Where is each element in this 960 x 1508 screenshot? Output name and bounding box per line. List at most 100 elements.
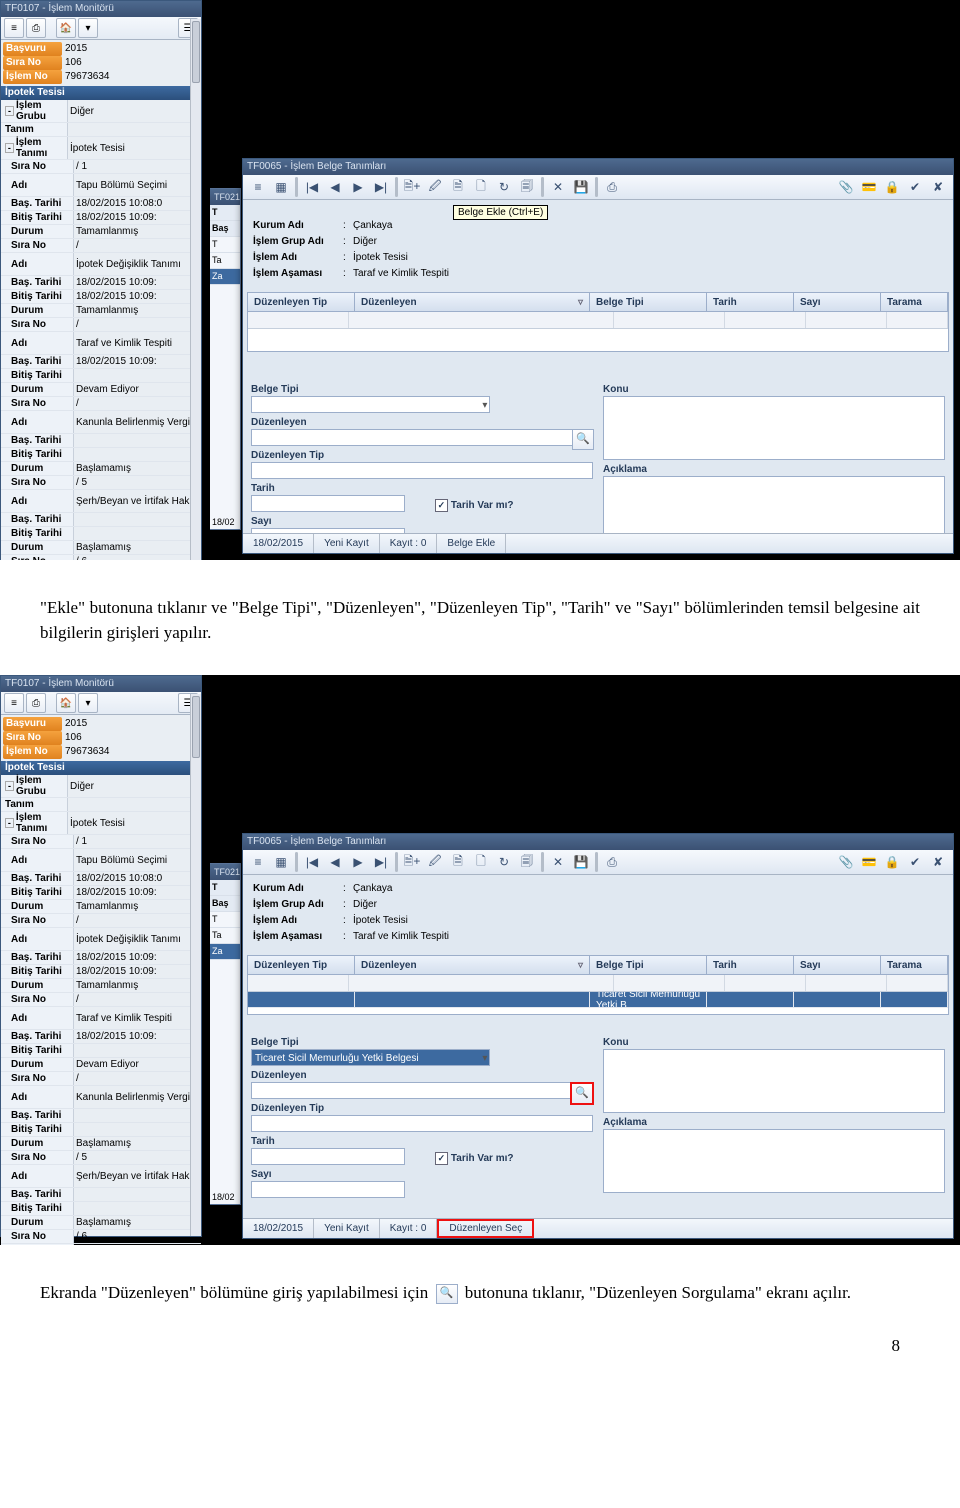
tree-row[interactable]: Baş. Tarihi18/02/2015 10:09: <box>1 355 201 369</box>
toolbar-btn[interactable]: ▾ <box>78 693 98 713</box>
sliver-row[interactable]: T <box>210 237 240 253</box>
tree-row[interactable]: Bitiş Tarihi <box>1 527 201 541</box>
toolbar-btn[interactable]: ⎙ <box>26 18 46 38</box>
column-header[interactable]: Sayı <box>794 293 881 311</box>
right-action-btn[interactable]: ✘ <box>927 851 949 873</box>
tree-row[interactable]: Bitiş Tarihi <box>1 1202 201 1216</box>
aciklama-textarea[interactable] <box>603 1129 945 1193</box>
tree-row[interactable]: Baş. Tarihi <box>1 513 201 527</box>
tree-row[interactable]: Sıra No/ <box>1 1072 201 1086</box>
print-btn[interactable]: ⎙ <box>601 176 623 198</box>
column-header[interactable]: Tarih <box>707 956 794 974</box>
nav-btn[interactable]: |◀ <box>301 176 323 198</box>
tree-row[interactable]: DurumDevam Ediyor <box>1 383 201 397</box>
toolbar-btn[interactable]: ▾ <box>78 18 98 38</box>
sliver-row[interactable]: T <box>210 912 240 928</box>
tree-row[interactable]: Sıra No/ <box>1 993 201 1007</box>
tree-row[interactable]: AdıŞerh/Beyan ve İrtifak Hakları Kontrol… <box>1 490 201 513</box>
nav-btn[interactable]: ▶ <box>347 176 369 198</box>
duzenleyen-tip-input[interactable] <box>251 1115 593 1132</box>
column-header[interactable]: Düzenleyen Tip <box>248 956 355 974</box>
tree-row[interactable]: Baş. Tarihi18/02/2015 10:09: <box>1 276 201 290</box>
sliver-row[interactable]: Baş <box>210 221 240 237</box>
document-grid[interactable]: Düzenleyen Tip Düzenleyen▿ Belge Tipi Ta… <box>247 292 949 352</box>
tree-row[interactable]: Sıra No/ <box>1 318 201 332</box>
status-duzenleyen-sec[interactable]: Düzenleyen Seç <box>437 1219 534 1238</box>
column-header[interactable]: Belge Tipi <box>590 956 707 974</box>
scrollbar[interactable] <box>190 694 201 1236</box>
right-action-btn[interactable]: 🔒 <box>881 851 903 873</box>
column-header[interactable]: Sayı <box>794 956 881 974</box>
doc-action-btn[interactable]: 🗎 <box>447 176 469 198</box>
tree-row[interactable]: Baş. Tarihi <box>1 1188 201 1202</box>
save-del-btn[interactable]: ✕ <box>547 176 569 198</box>
right-action-btn[interactable]: ✔ <box>904 176 926 198</box>
column-header[interactable]: Düzenleyen▿ <box>355 293 590 311</box>
toolbar-btn[interactable]: 🏠 <box>56 693 76 713</box>
sliver-row[interactable]: Ta <box>210 928 240 944</box>
duzenleyen-input[interactable]: 🔍 <box>251 429 593 446</box>
right-action-btn[interactable]: 🔒 <box>881 176 903 198</box>
tree-row[interactable]: -İşlem Tanımıİpotek Tesisi <box>1 812 201 835</box>
save-del-btn[interactable]: ✕ <box>547 851 569 873</box>
tree-row[interactable]: Sıra No/ <box>1 397 201 411</box>
toolbar-btn[interactable]: ▦ <box>270 176 292 198</box>
tree-row[interactable]: Sıra No/ <box>1 914 201 928</box>
column-header[interactable]: Tarih <box>707 293 794 311</box>
tree-row[interactable]: Baş. Tarihi18/02/2015 10:09: <box>1 951 201 965</box>
sliver-row[interactable]: Ta <box>210 253 240 269</box>
aciklama-textarea[interactable] <box>603 476 945 540</box>
tree-row[interactable]: AdıKanunla Belirlenmiş Vergilerin Kontro… <box>1 411 201 434</box>
right-action-btn[interactable]: ✘ <box>927 176 949 198</box>
tree-row[interactable]: Bitiş Tarihi <box>1 448 201 462</box>
tree-row[interactable]: DurumDevam Ediyor <box>1 1058 201 1072</box>
sliver-row[interactable]: T <box>210 205 240 221</box>
toolbar-btn[interactable]: ⎙ <box>26 693 46 713</box>
toolbar-btn[interactable]: ≡ <box>247 851 269 873</box>
right-action-btn[interactable]: 📎 <box>835 176 857 198</box>
print-btn[interactable]: ⎙ <box>601 851 623 873</box>
tree-row[interactable]: AdıRehin Kontrolü <box>1 1244 201 1245</box>
tree-row[interactable]: Sıra No/ 5 <box>1 1151 201 1165</box>
tree-row[interactable]: DurumBaşlamamış <box>1 1216 201 1230</box>
tree-row[interactable]: DurumTamamlanmış <box>1 225 201 239</box>
scrollbar[interactable] <box>190 19 201 560</box>
doc-action-btn[interactable]: 🗋 <box>470 851 492 873</box>
duzenleyen-lookup-icon[interactable]: 🔍 <box>572 429 594 450</box>
tree-row[interactable]: Sıra No/ 6 <box>1 555 201 560</box>
tree-row[interactable]: Sıra No/ 6 <box>1 1230 201 1244</box>
nav-btn[interactable]: ◀ <box>324 851 346 873</box>
toolbar-btn[interactable]: ≡ <box>4 693 24 713</box>
tarih-input[interactable] <box>251 495 405 512</box>
tree-row[interactable]: -İşlem GrubuDiğer <box>1 775 201 798</box>
tree-row[interactable]: AdıKanunla Belirlenmiş Vergilerin Kontro… <box>1 1086 201 1109</box>
tree-row[interactable]: DurumTamamlanmış <box>1 304 201 318</box>
nav-btn[interactable]: ▶| <box>370 851 392 873</box>
konu-textarea[interactable] <box>603 1049 945 1113</box>
toolbar-btn[interactable]: ▦ <box>270 851 292 873</box>
tree-row[interactable]: Bitiş Tarihi18/02/2015 10:09: <box>1 290 201 304</box>
tree-row[interactable]: -İşlem Tanımıİpotek Tesisi <box>1 137 201 160</box>
belge-tipi-dropdown[interactable]: Ticaret Sicil Memurluğu Yetki Belgesi <box>251 1049 490 1066</box>
tree-row[interactable]: DurumTamamlanmış <box>1 900 201 914</box>
sliver-row[interactable]: Za <box>210 269 240 285</box>
column-header[interactable]: Düzenleyen Tip <box>248 293 355 311</box>
toolbar-btn[interactable]: ≡ <box>247 176 269 198</box>
toolbar-btn[interactable]: ≡ <box>4 18 24 38</box>
tree-row[interactable]: Tanım <box>1 123 201 137</box>
tree-row[interactable]: Sıra No/ 5 <box>1 476 201 490</box>
tree-row[interactable]: Bitiş Tarihi18/02/2015 10:09: <box>1 211 201 225</box>
nav-btn[interactable]: ◀ <box>324 176 346 198</box>
tree-row[interactable]: Baş. Tarihi18/02/2015 10:09: <box>1 1030 201 1044</box>
tree-row[interactable]: Baş. Tarihi18/02/2015 10:08:0 <box>1 872 201 886</box>
doc-action-btn[interactable]: 🗎+ <box>401 176 423 198</box>
doc-action-btn[interactable]: ↻ <box>493 851 515 873</box>
duzenleyen-tip-input[interactable] <box>251 462 593 479</box>
right-action-btn[interactable]: 💳 <box>858 176 880 198</box>
nav-btn[interactable]: ▶ <box>347 851 369 873</box>
right-action-btn[interactable]: ✔ <box>904 851 926 873</box>
process-tree[interactable]: -İşlem GrubuDiğerTanım-İşlem Tanımıİpote… <box>1 100 201 560</box>
sliver-row[interactable]: Baş <box>210 896 240 912</box>
save-del-btn[interactable]: 💾 <box>570 176 592 198</box>
sayi-input[interactable] <box>251 1181 405 1198</box>
